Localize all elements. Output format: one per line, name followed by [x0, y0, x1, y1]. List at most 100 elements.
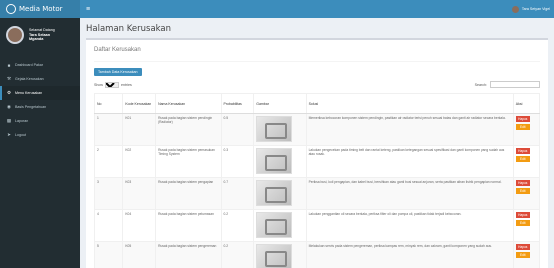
brand-logo[interactable]: Media Motor	[0, 0, 80, 18]
sidebar-item-label: Laporan	[15, 119, 29, 123]
cell-aksi: Hapus Edit	[512, 177, 541, 210]
cell-gambar	[253, 241, 307, 268]
column-header-gambar[interactable]: Gambar	[253, 93, 307, 114]
top-user-name: Tara Setyan Vigel	[521, 7, 550, 11]
motorcycle-logo-icon	[6, 4, 16, 14]
edit-button[interactable]: Edit	[515, 188, 530, 195]
cell-kode: K01	[122, 113, 157, 146]
search-input[interactable]	[490, 81, 540, 88]
cell-solusi: Lakukan pengecekan pada timing belt dan …	[305, 145, 514, 178]
logout-icon: ➤	[7, 132, 11, 137]
cell-kode: K05	[122, 241, 157, 268]
edit-button[interactable]: Edit	[515, 156, 530, 163]
rules-icon: ◉	[7, 104, 11, 109]
search-label: Search:	[474, 82, 487, 87]
column-header-no[interactable]: No	[93, 93, 124, 114]
sidebar-item-gejala[interactable]: ⚒ Gejala Kerusakan	[0, 72, 80, 86]
cell-aksi: Hapus Edit	[512, 113, 541, 146]
damage-image	[256, 212, 293, 238]
cell-gambar	[253, 145, 307, 178]
cell-gambar	[253, 209, 307, 242]
cell-aksi: Hapus Edit	[512, 209, 541, 242]
cell-aksi: Hapus Edit	[512, 145, 541, 178]
cell-no: 3	[93, 177, 124, 210]
sidebar-item-label: Basis Pengetahuan	[15, 105, 47, 109]
user-greeting: Selamat Datang	[29, 28, 55, 33]
brand-title: Media Motor	[19, 5, 63, 13]
damage-image	[256, 244, 293, 268]
sidebar-item-kerusakan[interactable]: ⚙ Menu Kerusakan	[0, 86, 80, 100]
column-header-probabilitas[interactable]: Probabilitas	[220, 93, 255, 114]
search: Search:	[475, 81, 540, 88]
damage-image	[256, 116, 293, 142]
content-box: Daftar Kerusakan Tambah Data Kerusakan S…	[86, 38, 548, 268]
damage-image	[256, 148, 293, 174]
cell-aksi: Hapus Edit	[512, 241, 541, 268]
table-row: 1 K01 Rusak pada bagian sistem pendingin…	[93, 113, 541, 146]
edit-button[interactable]: Edit	[515, 252, 530, 259]
cell-probabilitas: 0.7	[220, 177, 255, 210]
cell-solusi: Melakukan servis pada sistem pengereman,…	[305, 241, 514, 268]
cell-nama: Rusak pada bagian sistem pelumasan	[155, 209, 222, 242]
wrench-icon: ⚒	[6, 76, 12, 81]
sidebar-item-basis[interactable]: ◉ Basis Pengetahuan	[0, 100, 80, 114]
add-damage-button[interactable]: Tambah Data Kerusakan	[94, 68, 142, 76]
table-row: 2 K02 Rusak pada bagian sistem pemasukan…	[93, 145, 541, 178]
main-content: Halaman Kerusakan Daftar Kerusakan Tamba…	[80, 18, 554, 268]
cell-nama: Rusak pada bagian sistem pendingin (Radi…	[155, 113, 222, 146]
delete-button[interactable]: Hapus	[515, 148, 530, 155]
cell-no: 5	[93, 241, 124, 268]
sidebar: Media Motor Selamat Datang Tara Selaan M…	[0, 0, 80, 268]
sidebar-item-laporan[interactable]: ▩ Laporan	[0, 114, 80, 128]
cell-gambar	[253, 113, 307, 146]
cell-probabilitas: 0.2	[220, 209, 255, 242]
entries-select[interactable]: 10	[105, 81, 119, 88]
column-header-solusi[interactable]: Solusi	[305, 93, 514, 114]
user-panel: Selamat Datang Tara Selaan Mganda	[0, 18, 80, 52]
show-label: Show	[94, 82, 103, 87]
sidebar-item-label: Gejala Kerusakan	[15, 77, 44, 81]
page-title: Halaman Kerusakan	[86, 24, 172, 34]
table-header-row: No Kode Kerusakan Nama Kerusakan Probabi…	[93, 93, 541, 114]
sidebar-item-dashboard[interactable]: ■ Dashboard Pakar	[0, 58, 80, 72]
cell-nama: Rusak pada bagian sistem pengapian	[155, 177, 222, 210]
avatar	[6, 26, 24, 44]
delete-button[interactable]: Hapus	[515, 244, 530, 251]
column-header-nama[interactable]: Nama Kerusakan	[155, 93, 222, 114]
edit-button[interactable]: Edit	[515, 124, 530, 131]
cell-no: 4	[93, 209, 124, 242]
cell-gambar	[253, 177, 307, 210]
top-navbar: ≡ Tara Setyan Vigel	[80, 0, 554, 18]
dashboard-icon: ■	[7, 62, 11, 68]
gears-icon: ⚙	[6, 90, 12, 95]
column-header-aksi[interactable]: Aksi	[512, 93, 541, 114]
chart-icon: ▩	[6, 118, 12, 123]
cell-probabilitas: 0.5	[220, 113, 255, 146]
edit-button[interactable]: Edit	[515, 220, 530, 227]
sidebar-item-label: Logout	[15, 133, 26, 137]
delete-button[interactable]: Hapus	[515, 212, 530, 219]
avatar	[511, 5, 519, 13]
delete-button[interactable]: Hapus	[515, 116, 530, 123]
cell-no: 2	[93, 145, 124, 178]
damage-table: No Kode Kerusakan Nama Kerusakan Probabi…	[93, 93, 541, 268]
column-header-kode[interactable]: Kode Kerusakan	[122, 93, 157, 114]
cell-kode: K02	[122, 145, 157, 178]
cell-probabilitas: 0.3	[220, 145, 255, 178]
cell-solusi: Periksa busi, koil pengapian, dan kabel …	[305, 177, 514, 210]
sidebar-menu: ■ Dashboard Pakar ⚒ Gejala Kerusakan ⚙ M…	[0, 58, 80, 142]
table-row: 3 K03 Rusak pada bagian sistem pengapian…	[93, 177, 541, 210]
hamburger-menu-icon[interactable]: ≡	[86, 6, 90, 13]
table-controls: Show 10 entries Search:	[94, 81, 540, 88]
box-title: Daftar Kerusakan	[94, 44, 540, 62]
user-role: Mganda	[29, 37, 44, 42]
delete-button[interactable]: Hapus	[515, 180, 530, 187]
user-menu[interactable]: Tara Setyan Vigel	[511, 5, 550, 13]
cell-kode: K03	[122, 177, 157, 210]
entries-label: entries	[121, 82, 132, 87]
sidebar-item-logout[interactable]: ➤ Logout	[0, 128, 80, 142]
sidebar-item-label: Menu Kerusakan	[15, 91, 43, 95]
cell-solusi: Memeriksa kebocoran komponen sistem pend…	[305, 113, 514, 146]
cell-nama: Rusak pada bagian sistem pemasukan Timin…	[155, 145, 222, 178]
table-row: 4 K04 Rusak pada bagian sistem pelumasan…	[93, 209, 541, 242]
